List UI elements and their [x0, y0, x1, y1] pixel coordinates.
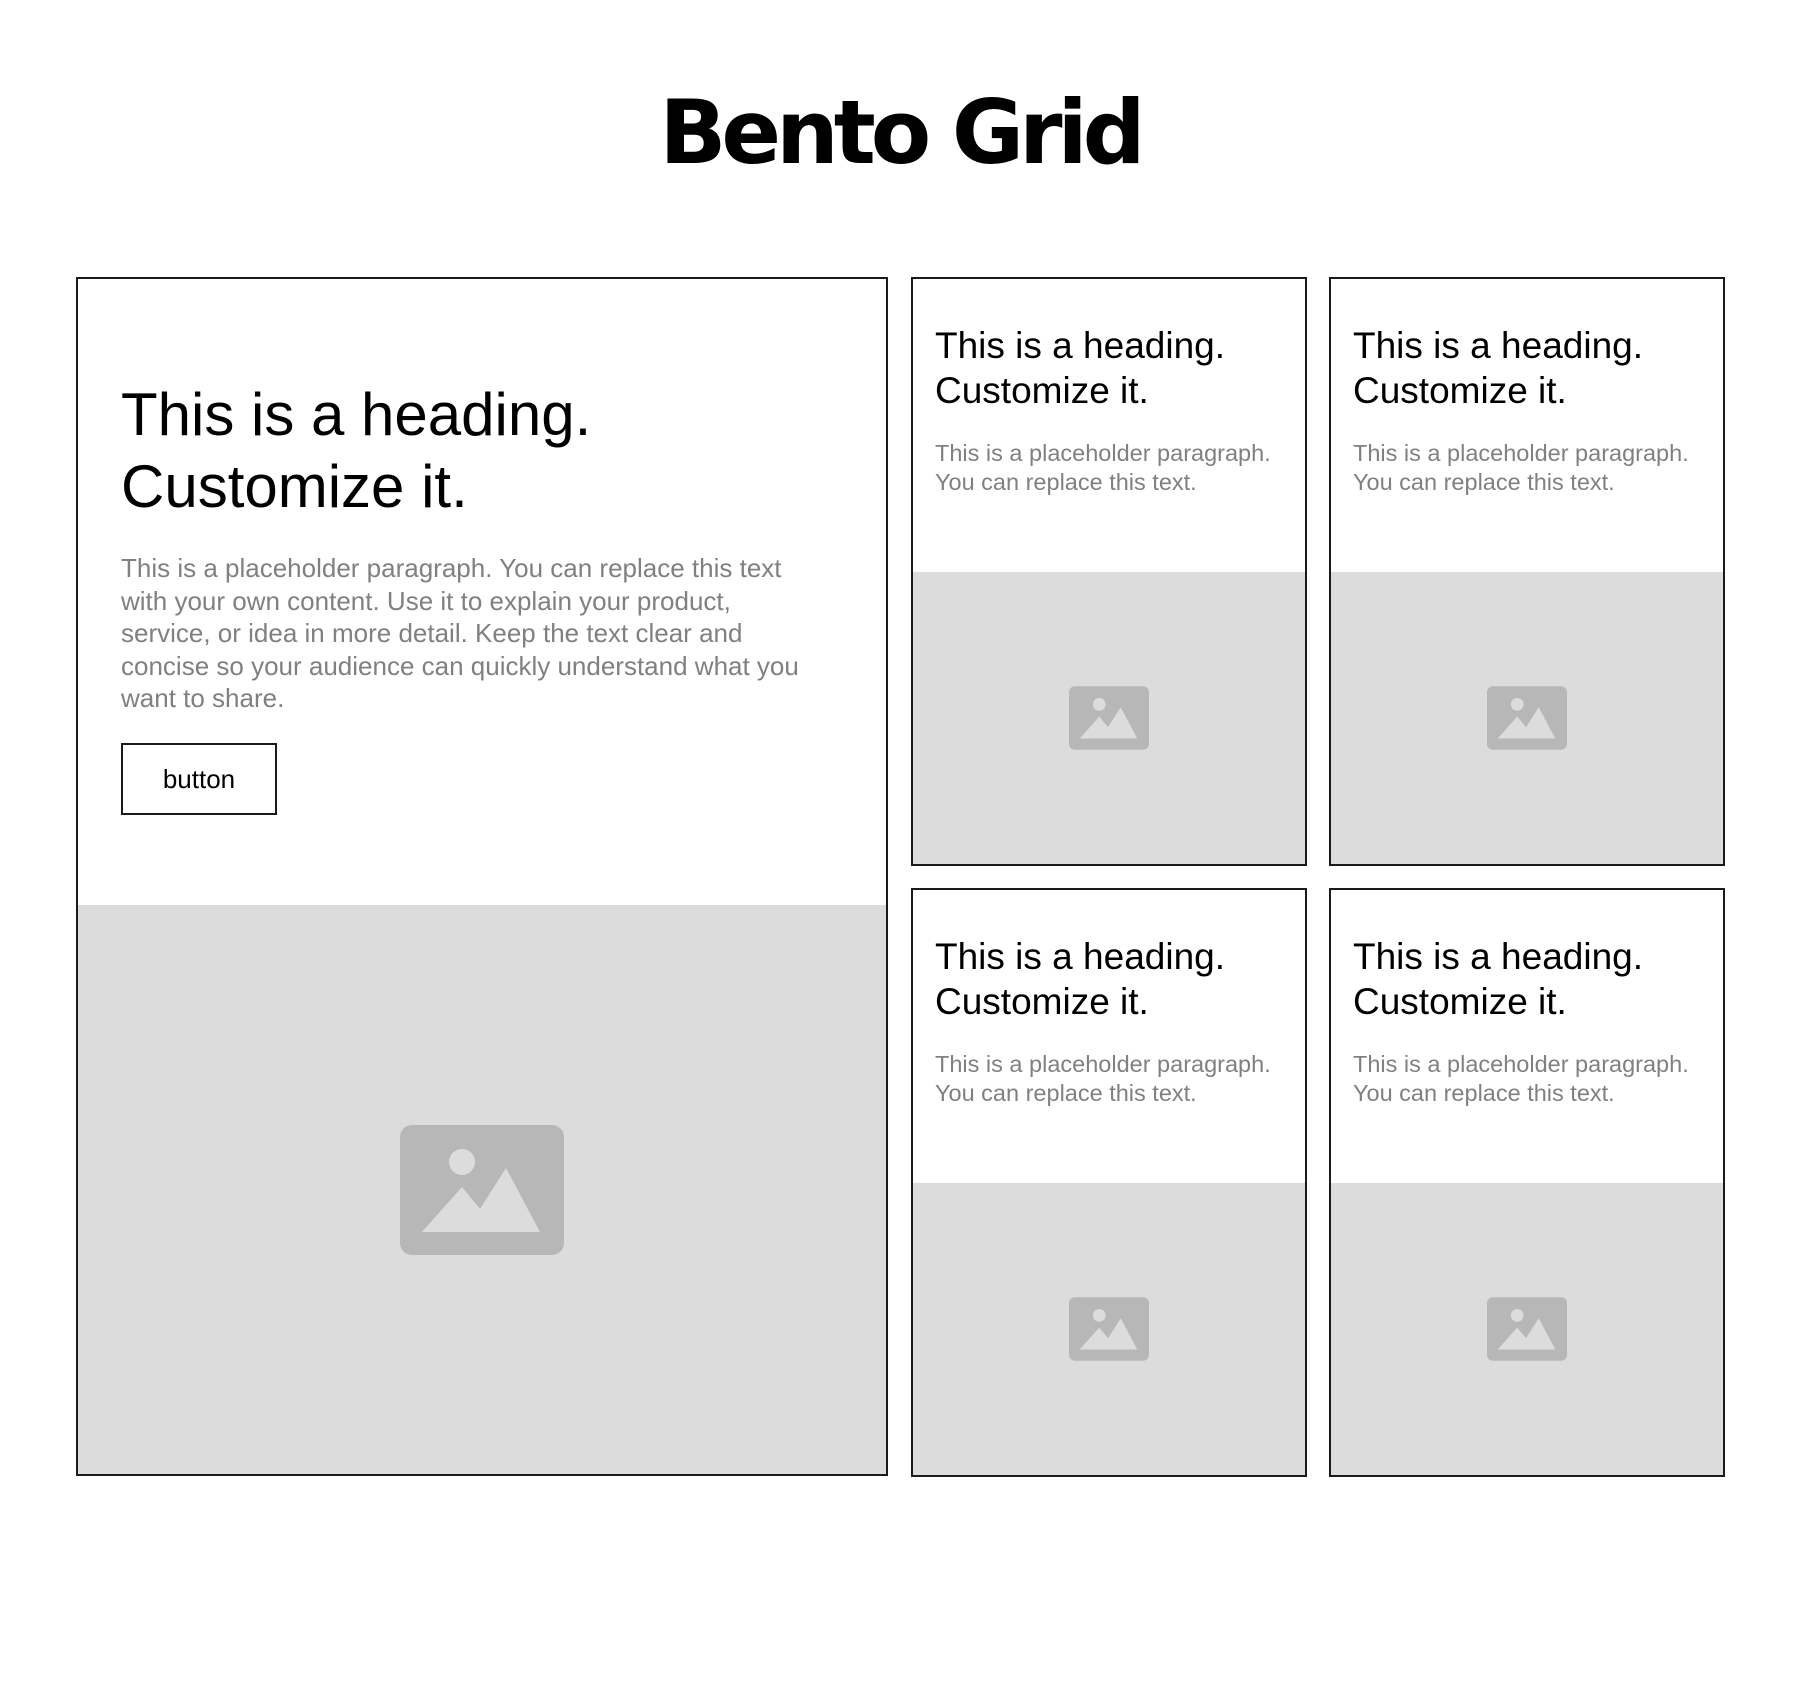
card-heading: This is a heading. Customize it.: [935, 936, 1226, 1022]
image-icon: [400, 1124, 564, 1255]
image-placeholder: [78, 905, 886, 1474]
card-heading: This is a heading. Customize it.: [1353, 325, 1644, 411]
card-paragraph: This is a placeholder paragraph. You can…: [935, 1051, 1271, 1106]
card-heading: This is a heading. Customize it.: [935, 325, 1226, 411]
card-paragraph: This is a placeholder paragraph. You can…: [121, 553, 799, 713]
image-icon: [1487, 686, 1567, 750]
small-card: This is a heading. Customize it. This is…: [911, 888, 1307, 1477]
image-icon: [1487, 1297, 1567, 1361]
image-placeholder: [1331, 572, 1723, 864]
small-card: This is a heading. Customize it. This is…: [1329, 888, 1725, 1477]
page-title: Bento Grid: [659, 81, 1145, 184]
small-card: This is a heading. Customize it. This is…: [911, 277, 1307, 866]
card-heading: This is a heading. Customize it.: [1353, 936, 1644, 1022]
cta-button[interactable]: button: [121, 743, 277, 815]
card-heading: This is a heading. Customize it.: [121, 381, 592, 520]
image-icon: [1069, 686, 1149, 750]
card-paragraph: This is a placeholder paragraph. You can…: [1353, 1051, 1689, 1106]
small-card: This is a heading. Customize it. This is…: [1329, 277, 1725, 866]
image-placeholder: [1331, 1183, 1723, 1475]
card-paragraph: This is a placeholder paragraph. You can…: [1353, 440, 1689, 495]
image-icon: [1069, 1297, 1149, 1361]
card-paragraph: This is a placeholder paragraph. You can…: [935, 440, 1271, 495]
feature-card: This is a heading. Customize it. This is…: [76, 277, 888, 1476]
image-placeholder: [913, 1183, 1305, 1475]
image-placeholder: [913, 572, 1305, 864]
